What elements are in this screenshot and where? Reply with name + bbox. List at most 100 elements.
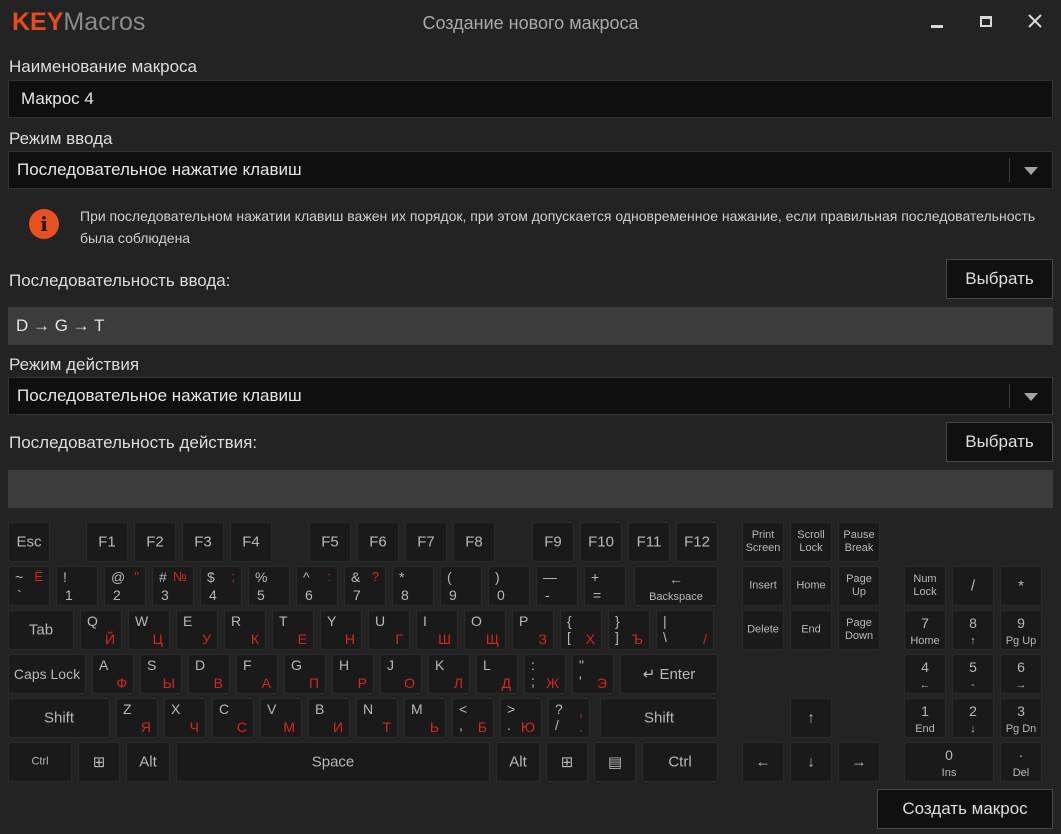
input-mode-select[interactable]: Последовательное нажатие клавиш xyxy=(8,151,1053,189)
key-esc[interactable]: Esc xyxy=(8,522,50,562)
close-button[interactable] xyxy=(1015,8,1055,34)
key-letter[interactable]: FА xyxy=(236,654,278,694)
key-nav[interactable]: Page Up xyxy=(838,566,880,606)
key-letter[interactable]: PЗ xyxy=(512,610,554,650)
key-letter[interactable]: OЩ xyxy=(464,610,506,650)
key-digit[interactable]: @2 " xyxy=(104,566,146,606)
key-f10[interactable]: F10 xyxy=(580,522,622,562)
key-right-ctrl[interactable]: Ctrl xyxy=(642,742,718,782)
key-num-9[interactable]: 9 Pg Up xyxy=(1000,610,1042,650)
key-digit[interactable]: ^ 6: xyxy=(296,566,338,606)
key-f2[interactable]: F2 xyxy=(134,522,176,562)
key-left-alt[interactable]: Alt xyxy=(126,742,170,782)
key-f4[interactable]: F4 xyxy=(230,522,272,562)
key-f9[interactable]: F9 xyxy=(532,522,574,562)
key-nav-top[interactable]: Scroll Lock xyxy=(790,522,832,562)
key-f3[interactable]: F3 xyxy=(182,522,224,562)
key-digit[interactable]: ) 0 xyxy=(488,566,530,606)
key-letter[interactable]: " ' Э xyxy=(572,654,614,694)
key-letter[interactable]: RК xyxy=(224,610,266,650)
key-letter[interactable]: XЧ xyxy=(164,698,206,738)
key-left-win[interactable]: ⊞ xyxy=(78,742,120,782)
key-enter[interactable]: ↵ Enter xyxy=(620,654,718,694)
key-nav[interactable]: End xyxy=(790,610,832,650)
key-letter[interactable]: YН xyxy=(320,610,362,650)
key-num-decimal[interactable]: · Del xyxy=(1000,742,1042,782)
key-arrow-left[interactable]: ← xyxy=(742,742,784,782)
key-letter[interactable]: >. Ю xyxy=(500,698,542,738)
key-caps-lock[interactable]: Caps Lock xyxy=(8,654,86,694)
key-f12[interactable]: F12 xyxy=(676,522,718,562)
key-nav[interactable]: Home xyxy=(790,566,832,606)
key-digit[interactable]: #3 № xyxy=(152,566,194,606)
key-letter[interactable]: SЫ xyxy=(140,654,182,694)
key-arrow-right[interactable]: → xyxy=(838,742,880,782)
key-letter[interactable]: IШ xyxy=(416,610,458,650)
key-letter[interactable]: TЕ xyxy=(272,610,314,650)
key-letter[interactable]: JО xyxy=(380,654,422,694)
key-nav[interactable]: Delete xyxy=(742,610,784,650)
key-letter[interactable]: UГ xyxy=(368,610,410,650)
key-digit[interactable]: + = xyxy=(584,566,626,606)
key-digit[interactable]: * 8 xyxy=(392,566,434,606)
key-letter[interactable]: DВ xyxy=(188,654,230,694)
key-nav[interactable]: Page Down xyxy=(838,610,880,650)
key-letter[interactable]: CС xyxy=(212,698,254,738)
maximize-button[interactable] xyxy=(966,8,1006,34)
key-letter[interactable]: LД xyxy=(476,654,518,694)
key-num-multiply[interactable]: * xyxy=(1000,566,1042,606)
key-letter[interactable]: {[Х xyxy=(560,610,602,650)
key-letter[interactable]: GП xyxy=(284,654,326,694)
key-num-0[interactable]: 0 Ins xyxy=(904,742,994,782)
key-digit[interactable]: ~ ` Ё xyxy=(8,566,50,606)
key-nav-top[interactable]: Print Screen xyxy=(742,522,784,562)
key-right-win[interactable]: ⊞ xyxy=(546,742,588,782)
key-digit[interactable]: ! 1 xyxy=(56,566,98,606)
key-num-2[interactable]: 2 ↓ xyxy=(952,698,994,738)
key-digit[interactable]: — - xyxy=(536,566,578,606)
key-digit[interactable]: $4; xyxy=(200,566,242,606)
key-letter[interactable]: VМ xyxy=(260,698,302,738)
key-num-8[interactable]: 8 ↑ xyxy=(952,610,994,650)
action-sequence-field[interactable] xyxy=(8,470,1053,508)
key-f8[interactable]: F8 xyxy=(453,522,495,562)
key-num-4[interactable]: 4 ← xyxy=(904,654,946,694)
key-f5[interactable]: F5 xyxy=(309,522,351,562)
key-letter[interactable]: <, Б xyxy=(452,698,494,738)
key-letter[interactable]: EУ xyxy=(176,610,218,650)
key-letter[interactable]: AФ xyxy=(92,654,134,694)
key-letter[interactable]: BИ xyxy=(308,698,350,738)
key-letter[interactable]: HР xyxy=(332,654,374,694)
key-letter[interactable]: | \ / xyxy=(656,610,714,650)
key-letter[interactable]: ? /,. xyxy=(548,698,590,738)
key-f11[interactable]: F11 xyxy=(628,522,670,562)
key-letter[interactable]: QЙ xyxy=(80,610,122,650)
key-right-alt[interactable]: Alt xyxy=(496,742,540,782)
macro-name-input[interactable]: Макрос 4 xyxy=(8,80,1053,118)
key-letter[interactable]: :; Ж xyxy=(524,654,566,694)
key-letter[interactable]: }] Ъ xyxy=(608,610,650,650)
input-sequence-field[interactable]: D → G → T xyxy=(8,307,1053,345)
select-input-sequence-button[interactable]: Выбрать xyxy=(946,259,1053,299)
key-letter[interactable]: KЛ xyxy=(428,654,470,694)
minimize-button[interactable] xyxy=(917,8,957,34)
key-num-lock[interactable]: Num Lock xyxy=(904,566,946,606)
key-num-divide[interactable]: / xyxy=(952,566,994,606)
key-f6[interactable]: F6 xyxy=(357,522,399,562)
key-arrow-down[interactable]: ↓ xyxy=(790,742,832,782)
key-menu[interactable]: ▤ xyxy=(594,742,636,782)
key-num-6[interactable]: 6 → xyxy=(1000,654,1042,694)
key-digit[interactable]: & 7? xyxy=(344,566,386,606)
key-space[interactable]: Space xyxy=(176,742,490,782)
key-right-shift[interactable]: Shift xyxy=(600,698,718,738)
create-macro-button[interactable]: Создать макрос xyxy=(877,789,1053,829)
key-f7[interactable]: F7 xyxy=(405,522,447,562)
key-nav-top[interactable]: Pause Break xyxy=(838,522,880,562)
key-left-ctrl[interactable]: Ctrl xyxy=(8,742,72,782)
key-letter[interactable]: NТ xyxy=(356,698,398,738)
key-digit[interactable]: % 5 xyxy=(248,566,290,606)
key-f1[interactable]: F1 xyxy=(86,522,128,562)
key-letter[interactable]: ZЯ xyxy=(116,698,158,738)
key-tab[interactable]: Tab xyxy=(8,610,74,650)
key-nav[interactable]: Insert xyxy=(742,566,784,606)
